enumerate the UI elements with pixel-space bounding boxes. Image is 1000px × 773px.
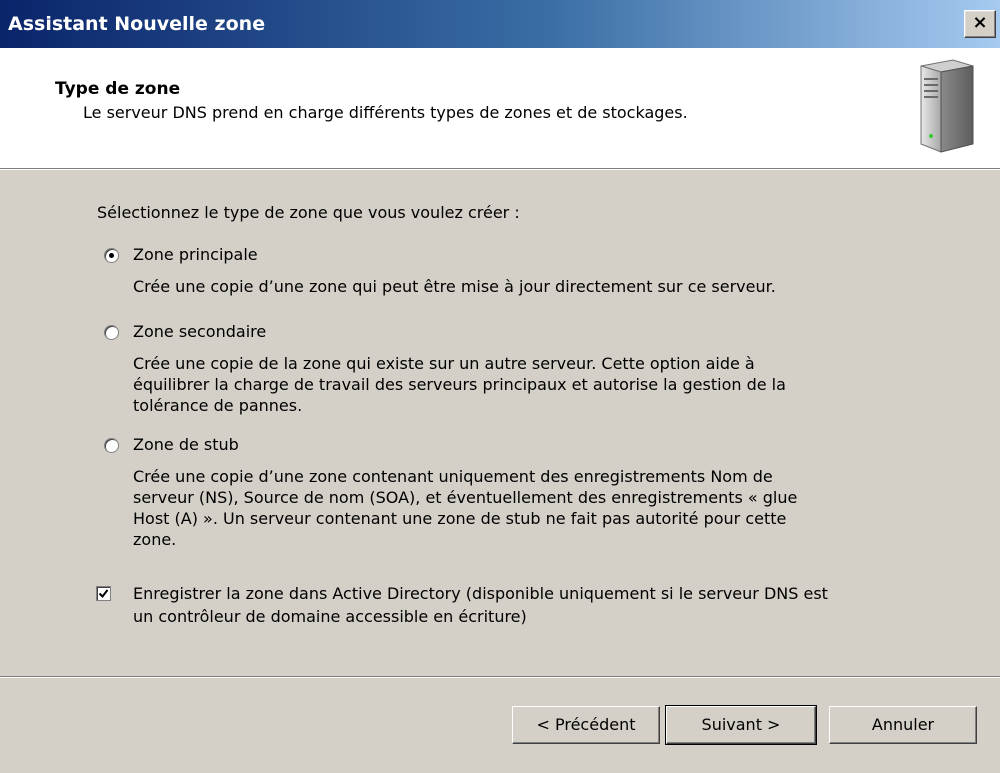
zone-secondaire-description-line: équilibrer la charge de travail des serv… xyxy=(133,375,786,394)
checkmark-icon xyxy=(98,589,109,599)
zone-de-stub-label[interactable]: Zone de stub xyxy=(133,435,239,454)
active-directory-label-line[interactable]: un contrôleur de domaine accessible en é… xyxy=(133,606,527,627)
footer-divider-highlight xyxy=(0,677,1000,678)
wizard-window: Assistant Nouvelle zone × Type de zone L… xyxy=(0,0,1000,773)
active-directory-label-line[interactable]: Enregistrer la zone dans Active Director… xyxy=(133,583,828,604)
radio-zone-de-stub[interactable] xyxy=(104,438,119,453)
zone-secondaire-description-line: Crée une copie de la zone qui existe sur… xyxy=(133,354,755,373)
zone-secondaire-description-line: tolérance de pannes. xyxy=(133,396,303,415)
page-title: Type de zone xyxy=(55,79,181,99)
close-button[interactable]: × xyxy=(964,10,996,38)
cancel-button[interactable]: Annuler xyxy=(829,706,977,744)
zone-principale-label[interactable]: Zone principale xyxy=(133,245,258,264)
radio-zone-principale[interactable] xyxy=(104,248,119,263)
zone-type-prompt: Sélectionnez le type de zone que vous vo… xyxy=(97,203,520,222)
zone-de-stub-description-line: serveur (NS), Source de nom (SOA), et év… xyxy=(133,488,798,507)
zone-secondaire-label[interactable]: Zone secondaire xyxy=(133,322,266,341)
zone-de-stub-description: Crée une copie d’une zone contenant uniq… xyxy=(133,460,953,557)
zone-de-stub-description-line: zone. xyxy=(133,530,177,549)
zone-de-stub-description-line: Crée une copie d’une zone contenant uniq… xyxy=(133,467,773,486)
back-button[interactable]: < Précédent xyxy=(512,706,660,744)
header-divider-highlight xyxy=(0,169,1000,170)
zone-de-stub-description-line: Host (A) ». Un serveur contenant une zon… xyxy=(133,509,787,528)
page-description: Le serveur DNS prend en charge différent… xyxy=(83,103,688,122)
next-button[interactable]: Suivant > xyxy=(665,705,817,745)
server-icon xyxy=(920,59,974,153)
zone-principale-description: Crée une copie d’une zone qui peut être … xyxy=(133,277,776,296)
window-title: Assistant Nouvelle zone xyxy=(8,13,266,35)
radio-selected-dot xyxy=(109,253,114,258)
title-bar: Assistant Nouvelle zone × xyxy=(0,0,1000,48)
radio-zone-secondaire[interactable] xyxy=(104,325,119,340)
close-icon: × xyxy=(972,12,988,33)
active-directory-checkbox[interactable] xyxy=(96,586,111,601)
